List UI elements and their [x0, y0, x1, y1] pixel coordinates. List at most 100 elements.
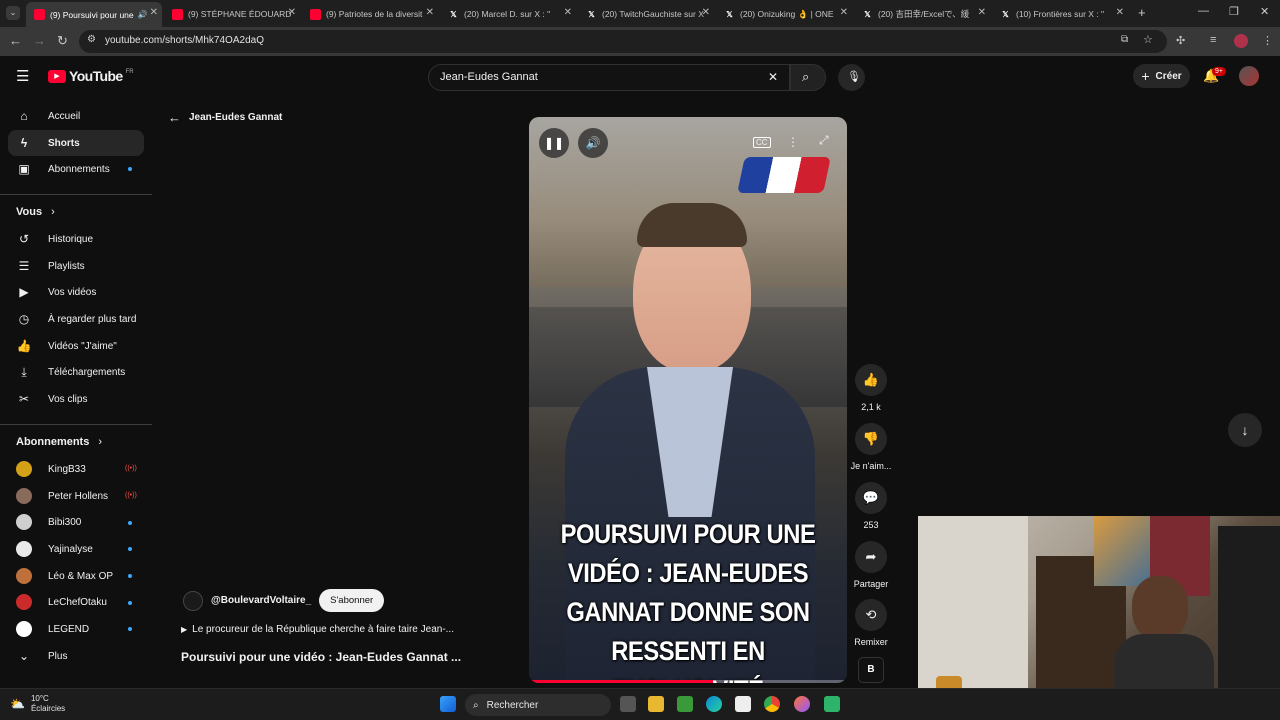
you-heading-label: Vous: [16, 206, 43, 218]
sidebar-item-abonnements[interactable]: ▣ Abonnements: [8, 156, 144, 182]
sidebar-item-vos-clips[interactable]: ✂ Vos clips: [8, 386, 144, 412]
close-tab-icon[interactable]: ✕: [1116, 7, 1124, 18]
back-icon[interactable]: ←: [9, 33, 22, 48]
sidebar-item-label: Téléchargements: [48, 366, 126, 378]
sidebar-item-regarder-plus-tard[interactable]: ◷ À regarder plus tard: [8, 306, 144, 332]
like-button[interactable]: 👍 2,1 k: [853, 364, 889, 412]
sidebar-item-vos-videos[interactable]: ▶ Vos vidéos: [8, 279, 144, 305]
weather-widget[interactable]: ⛅ 10°C Éclaircies: [10, 694, 65, 714]
more-options-icon[interactable]: ⋮: [787, 135, 799, 149]
task-view-icon[interactable]: [620, 696, 636, 712]
hamburger-menu-icon[interactable]: ☰: [16, 67, 29, 85]
sidebar-item-historique[interactable]: ↺ Historique: [8, 226, 144, 252]
next-short-button[interactable]: ↓: [1228, 413, 1262, 447]
close-tab-icon[interactable]: ✕: [564, 7, 572, 18]
pause-button[interactable]: ❚❚: [539, 128, 569, 158]
close-tab-icon[interactable]: ✕: [702, 7, 710, 18]
subscribe-button[interactable]: S'abonner: [319, 589, 385, 612]
sidebar-item-shorts[interactable]: ϟ Shorts: [8, 130, 144, 156]
voice-search-button[interactable]: 🎙: [838, 64, 865, 91]
windows-taskbar: ⛅ 10°C Éclaircies ⌕ Rechercher: [0, 688, 1280, 720]
tab-2[interactable]: (9) STÉPHANE ÉDOUARD ✕: [172, 4, 300, 24]
sidebar-divider: [0, 424, 152, 425]
close-tab-icon[interactable]: ✕: [840, 7, 848, 18]
subscription-yajinalyse[interactable]: Yajinalyse: [8, 536, 144, 562]
subscription-leo-max-op[interactable]: Léo & Max OP: [8, 563, 144, 589]
dislike-button[interactable]: 👎 Je n'aim...: [849, 423, 893, 471]
share-button[interactable]: ➦ Partager: [849, 541, 893, 589]
search-button[interactable]: ⌕: [790, 64, 826, 91]
tab-5[interactable]: 𝕏 (20) TwitchGauchiste sur X ✕: [586, 4, 714, 24]
new-tab-icon[interactable]: +: [1138, 5, 1146, 20]
subscriptions-icon: ▣: [18, 162, 30, 176]
firefox-icon[interactable]: [794, 696, 810, 712]
clear-search-icon[interactable]: ✕: [768, 70, 778, 84]
forward-icon[interactable]: →: [33, 33, 46, 48]
subscription-kingb33[interactable]: KingB33: [8, 456, 144, 482]
weather-description: Éclaircies: [30, 704, 66, 713]
channel-name: LeChefOtaku: [48, 596, 107, 608]
subscriptions-section-heading[interactable]: Abonnements ›: [16, 436, 102, 448]
taskbar-search[interactable]: ⌕ Rechercher: [465, 694, 611, 716]
subscription-legend[interactable]: LEGEND: [8, 616, 144, 642]
browser-menu-icon[interactable]: ⋮: [1262, 34, 1273, 47]
media-control-icon[interactable]: ≡: [1210, 34, 1216, 46]
restore-icon[interactable]: ❐: [1229, 5, 1239, 18]
sidebar-item-videos-jaime[interactable]: 👍 Vidéos "J'aime": [8, 333, 144, 359]
xbox-icon[interactable]: [677, 696, 693, 712]
search-back-link[interactable]: ← Jean-Eudes Gannat: [168, 110, 282, 125]
install-app-icon[interactable]: ⧉: [1121, 34, 1128, 45]
speaker-icon[interactable]: 🔊: [138, 10, 148, 19]
bookmark-star-icon[interactable]: ☆: [1143, 33, 1153, 46]
fullscreen-icon[interactable]: ⤢: [819, 133, 829, 148]
file-explorer-icon[interactable]: [648, 696, 664, 712]
channel-avatar[interactable]: [183, 590, 203, 611]
url-text[interactable]: youtube.com/shorts/Mhk74OA2daQ: [105, 35, 264, 46]
shorts-video-player[interactable]: ❚❚ 🔊 CC ⋮ ⤢ POURSUIVI POUR UNE VIDÉO : J…: [529, 117, 847, 683]
account-avatar[interactable]: [1239, 66, 1259, 86]
search-input[interactable]: Jean-Eudes Gannat ✕: [428, 64, 790, 91]
close-tab-icon[interactable]: ✕: [978, 7, 986, 18]
video-progress-bar[interactable]: [529, 680, 847, 683]
chrome-icon[interactable]: [764, 696, 780, 712]
tab-6[interactable]: 𝕏 (20) Onizuking 👌 | ONE ✕: [724, 4, 852, 24]
subscription-peter-hollens[interactable]: Peter Hollens: [8, 483, 144, 509]
tab-3[interactable]: (9) Patriotes de la diversit ✕: [310, 4, 438, 24]
youtube-logo[interactable]: ▶ YouTube FR: [48, 68, 134, 84]
video-description[interactable]: ▶ Le procureur de la République cherche à…: [181, 624, 454, 635]
captions-icon[interactable]: CC: [753, 137, 771, 148]
sidebar-show-more[interactable]: ⌄ Plus: [8, 643, 144, 669]
profile-avatar[interactable]: [1234, 34, 1248, 48]
tab-search-icon[interactable]: ⌄: [6, 6, 20, 20]
close-tab-icon[interactable]: ✕: [426, 7, 434, 18]
extensions-icon[interactable]: ✣: [1176, 34, 1185, 47]
window-close-icon[interactable]: ✕: [1260, 5, 1269, 18]
omnibox[interactable]: ⚙ youtube.com/shorts/Mhk74OA2daQ ⧉ ☆: [79, 30, 1167, 53]
store-icon[interactable]: [735, 696, 751, 712]
sound-thumbnail[interactable]: B: [858, 657, 884, 683]
edge-icon[interactable]: [706, 696, 722, 712]
remix-button[interactable]: ⟲ Remixer: [849, 599, 893, 647]
subscription-lechefotaku[interactable]: LeChefOtaku: [8, 589, 144, 615]
sidebar-item-accueil[interactable]: ⌂ Accueil: [8, 103, 144, 129]
create-button[interactable]: + Créer: [1133, 64, 1190, 88]
close-tab-icon[interactable]: ✕: [150, 7, 158, 18]
subscription-bibi300[interactable]: Bibi300: [8, 509, 144, 535]
video-title[interactable]: Poursuivi pour une vidéo : Jean-Eudes Ga…: [181, 650, 461, 664]
tab-4[interactable]: 𝕏 (20) Marcel D. sur X : " ✕: [448, 4, 576, 24]
site-info-icon[interactable]: ⚙: [87, 34, 96, 45]
tab-8[interactable]: 𝕏 (10) Frontières sur X : " ✕: [1000, 4, 1128, 24]
close-tab-icon[interactable]: ✕: [288, 7, 296, 18]
reload-icon[interactable]: ↻: [57, 33, 68, 49]
volume-button[interactable]: 🔊: [578, 128, 608, 158]
comments-button[interactable]: 💬 253: [853, 482, 889, 530]
tab-1[interactable]: (9) Poursuivi pour une 🔊 ✕: [26, 2, 162, 27]
channel-handle[interactable]: @BoulevardVoltaire_: [211, 595, 311, 606]
sidebar-item-playlists[interactable]: ☰ Playlists: [8, 253, 144, 279]
minimize-icon[interactable]: —: [1198, 5, 1209, 17]
windows-start-icon[interactable]: [440, 696, 456, 712]
sidebar-item-telechargements[interactable]: ⤓ Téléchargements: [8, 359, 144, 385]
tab-7[interactable]: 𝕏 (20) 吉田幸/Excelで、緩 ✕: [862, 4, 990, 24]
you-section-heading[interactable]: Vous ›: [16, 206, 55, 218]
app-icon[interactable]: [824, 696, 840, 712]
